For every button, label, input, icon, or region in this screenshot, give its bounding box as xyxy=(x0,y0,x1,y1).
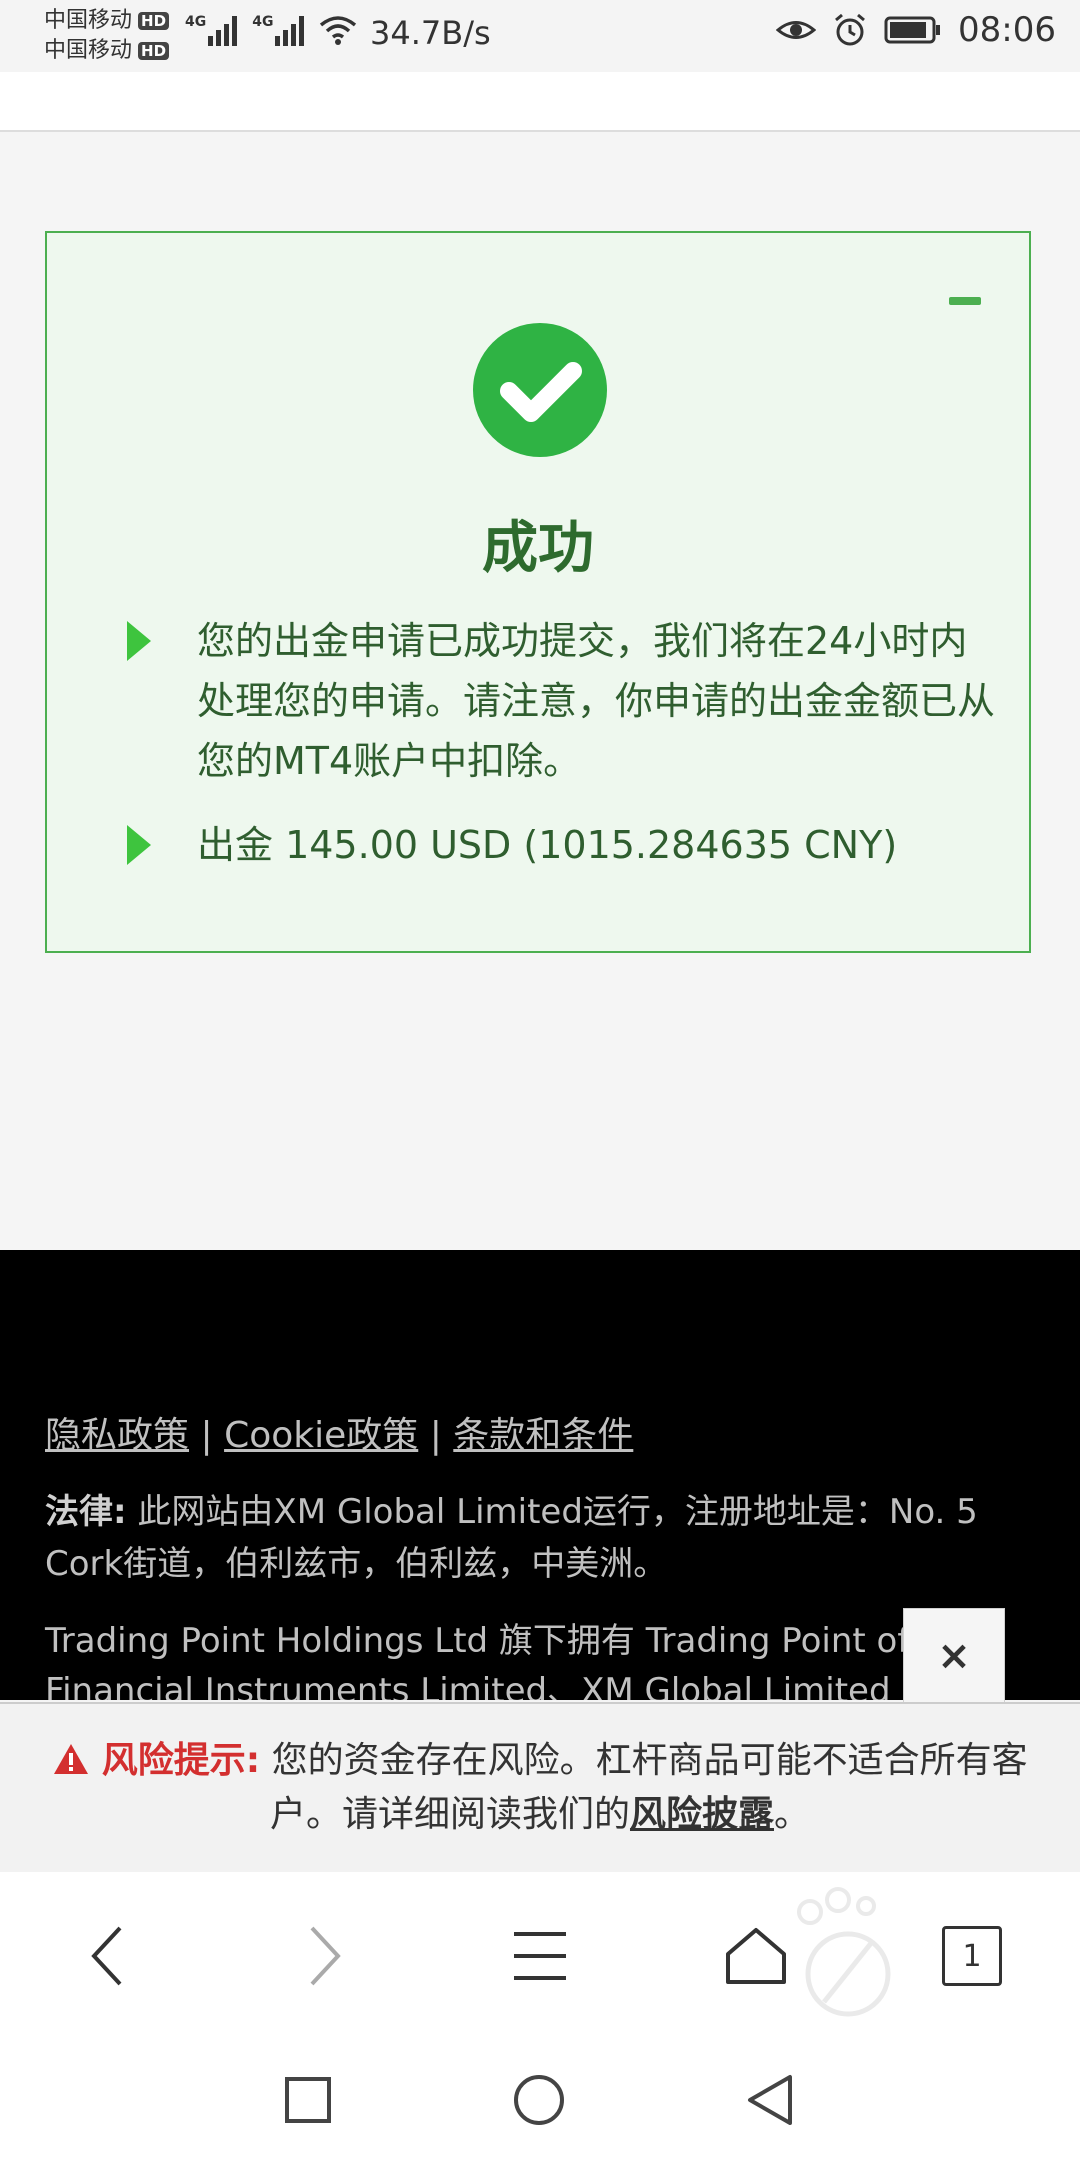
circle-icon xyxy=(514,2075,564,2125)
back-nav-button[interactable] xyxy=(738,2068,802,2132)
network-type-1: 4G xyxy=(185,14,207,30)
wifi-icon xyxy=(320,16,357,45)
bullet-arrow-icon xyxy=(127,621,151,661)
risk-text: 风险提示: 您的资金存在风险。杠杆商品可能不适合所有客户。请详细阅读我们的风险披… xyxy=(30,1734,1050,1842)
legal-text: 此网站由XM Global Limited运行，注册地址是：No. 5 Cork… xyxy=(45,1492,978,1584)
close-button[interactable]: × xyxy=(903,1608,1005,1704)
home-nav-button[interactable] xyxy=(507,2068,571,2132)
network-type-2: 4G xyxy=(252,14,274,30)
menu-icon xyxy=(514,1932,566,1980)
link-separator: | xyxy=(429,1415,442,1456)
system-nav-bar xyxy=(0,2040,1080,2160)
watermark-icon xyxy=(797,1887,891,2017)
status-right: 08:06 xyxy=(776,10,1056,50)
recent-apps-button[interactable] xyxy=(276,2068,340,2132)
tab-count: 1 xyxy=(942,1926,1002,1986)
triangle-back-icon xyxy=(748,2075,792,2125)
warning-icon xyxy=(54,1744,89,1774)
trading-notice: Trading Point Holdings Ltd 旗下拥有 Trading … xyxy=(45,1621,910,1700)
cookie-policy-link[interactable]: Cookie政策 xyxy=(224,1415,418,1456)
hd-badge-2: HD xyxy=(138,42,170,60)
risk-end: 。 xyxy=(774,1794,811,1835)
amount-text: 出金 145.00 USD (1015.284635 CNY) xyxy=(197,823,898,867)
signal-icon: 4G xyxy=(185,14,242,46)
legal-notice: 法律: 此网站由XM Global Limited运行，注册地址是：No. 5 … xyxy=(45,1486,1035,1590)
card-message: 您的出金申请已成功提交，我们将在24小时内处理您的申请。请注意，你申请的出金金额… xyxy=(127,611,997,791)
signal-indicators: 4G 4G xyxy=(185,14,357,46)
risk-disclosure-link[interactable]: 风险披露 xyxy=(630,1794,774,1835)
signal-icon: 4G xyxy=(252,14,309,46)
link-separator: | xyxy=(200,1415,213,1456)
alarm-icon xyxy=(835,13,865,46)
close-icon: × xyxy=(937,1633,971,1679)
success-check-icon xyxy=(473,323,607,457)
hd-badge-1: HD xyxy=(138,12,170,30)
home-icon xyxy=(726,1928,786,1984)
tabs-button[interactable]: 1 xyxy=(932,1916,1012,1996)
browser-toolbar: 1 xyxy=(0,1872,1080,2040)
chevron-right-icon xyxy=(310,1926,341,1986)
risk-label: 风险提示: xyxy=(101,1740,261,1781)
back-button[interactable] xyxy=(68,1916,148,1996)
chevron-left-icon xyxy=(91,1926,122,1986)
privacy-policy-link[interactable]: 隐私政策 xyxy=(45,1415,189,1456)
footer-links: 隐私政策 | Cookie政策 | 条款和条件 xyxy=(45,1406,633,1458)
collapse-button[interactable] xyxy=(949,297,981,305)
forward-button[interactable] xyxy=(284,1916,364,1996)
eye-icon xyxy=(776,21,817,39)
clock: 08:06 xyxy=(958,10,1056,50)
bullet-arrow-icon xyxy=(127,825,151,865)
terms-link[interactable]: 条款和条件 xyxy=(453,1415,633,1456)
status-bar: 中国移动 HD 中国移动 HD 4G 4G 34.7B/s 08:06 xyxy=(0,0,1080,72)
message-text: 您的出金申请已成功提交，我们将在24小时内处理您的申请。请注意，你申请的出金金额… xyxy=(197,619,996,783)
net-speed: 34.7B/s xyxy=(370,14,491,52)
home-button[interactable] xyxy=(716,1916,796,1996)
battery-icon xyxy=(884,16,941,44)
legal-label: 法律: xyxy=(45,1492,127,1532)
carrier-1: 中国移动 xyxy=(44,8,133,33)
risk-warning-banner: 风险提示: 您的资金存在风险。杠杆商品可能不适合所有客户。请详细阅读我们的风险披… xyxy=(0,1702,1080,1872)
square-icon xyxy=(285,2077,331,2123)
menu-button[interactable] xyxy=(500,1916,580,1996)
page-header xyxy=(0,72,1080,132)
carrier-2: 中国移动 xyxy=(44,38,133,63)
card-amount: 出金 145.00 USD (1015.284635 CNY) xyxy=(127,815,997,875)
success-card: 成功 您的出金申请已成功提交，我们将在24小时内处理您的申请。请注意，你申请的出… xyxy=(45,231,1031,953)
card-title: 成功 xyxy=(482,516,594,581)
carrier-info: 中国移动 HD 中国移动 HD xyxy=(44,6,170,66)
